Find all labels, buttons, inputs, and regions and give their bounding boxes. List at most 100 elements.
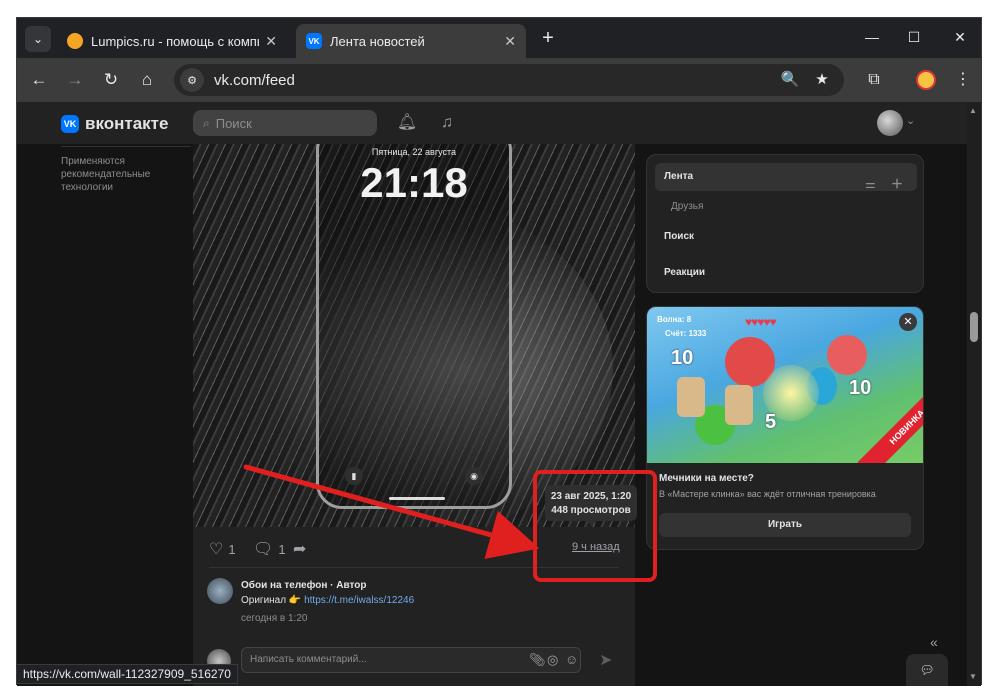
reload-button[interactable]: ↻ bbox=[99, 68, 123, 92]
emoji-icon[interactable]: ☺ bbox=[565, 652, 578, 667]
menu-item-label: Лента bbox=[664, 171, 694, 182]
scrollbar[interactable]: ▲ ▼ bbox=[967, 102, 981, 686]
vk-icon: VK bbox=[61, 115, 79, 133]
back-button[interactable]: ← bbox=[27, 68, 51, 92]
annotation-highlight-box bbox=[533, 470, 657, 582]
share-icon: ➦ bbox=[293, 541, 307, 558]
address-bar[interactable]: ⚙ vk.com/feed 🔍 ★ bbox=[174, 64, 844, 96]
heart-icon: ♡ bbox=[209, 541, 224, 558]
feed-post: Пятница, 22 августа 21:18 ▮ ◉ ♡ 1 🗨︎ 1 ➦… bbox=[193, 144, 637, 686]
menu-dots-icon[interactable]: ⋮ bbox=[951, 68, 975, 92]
orange-circle-icon bbox=[67, 33, 83, 49]
scroll-up-icon[interactable]: ▲ bbox=[969, 106, 977, 115]
close-icon[interactable]: ✕ bbox=[899, 313, 917, 331]
comment-author[interactable]: Обои на телефон · Автор bbox=[241, 580, 366, 591]
lock-date: Пятница, 22 августа bbox=[371, 147, 457, 157]
tab-title: Лента новостей bbox=[330, 33, 425, 49]
feed-menu: Лента ⚌ ＋ Друзья Поиск Реакции bbox=[646, 154, 924, 293]
comment-button[interactable]: 🗨︎ 1 bbox=[253, 539, 286, 559]
vk-logo[interactable]: VK вконтакте bbox=[61, 114, 168, 134]
like-button[interactable]: ♡ 1 bbox=[209, 539, 236, 559]
recommendation-note: Применяются рекомендательные технологии bbox=[61, 146, 191, 194]
lock-time: 21:18 bbox=[360, 159, 468, 206]
home-button[interactable]: ⌂ bbox=[135, 68, 159, 92]
ad-score: Счёт: 1333 bbox=[665, 329, 707, 338]
browser-window: ⌄ Lumpics.ru - помощь с компь ✕ VK Лента… bbox=[16, 17, 982, 686]
comment-time[interactable]: сегодня в 1:20 bbox=[241, 613, 307, 624]
ad-description: В «Мастере клинка» вас ждёт отличная тре… bbox=[659, 489, 876, 499]
scroll-down-icon[interactable]: ▼ bbox=[969, 672, 977, 681]
window-close-button[interactable]: ✕ bbox=[945, 26, 975, 48]
comment-icon: 🗨︎ bbox=[253, 541, 274, 558]
plus-icon[interactable]: ＋ bbox=[891, 170, 903, 198]
menu-item-feed[interactable]: Лента ⚌ ＋ bbox=[655, 163, 917, 191]
menu-item-reactions[interactable]: Реакции bbox=[655, 259, 917, 287]
chevron-down-icon: ⌄ bbox=[32, 32, 44, 46]
maximize-button[interactable]: ☐ bbox=[899, 26, 929, 48]
url-text: vk.com/feed bbox=[214, 71, 295, 89]
chevron-down-icon[interactable]: ⌄ bbox=[906, 114, 915, 127]
tab-title: Lumpics.ru - помощь с компь bbox=[91, 33, 260, 49]
search-placeholder: Поиск bbox=[215, 115, 252, 131]
profile-icon[interactable] bbox=[916, 70, 936, 90]
filter-icon[interactable]: ⚌ bbox=[865, 170, 876, 198]
attach-icon[interactable]: 📎︎ bbox=[529, 652, 546, 668]
camera-icon[interactable]: ◎ bbox=[547, 652, 558, 668]
vk-search-input[interactable]: ⌕ Поиск bbox=[193, 110, 377, 136]
comment-composer: Написать комментарий... 📎︎ ◎ ☺ ➤ bbox=[207, 647, 627, 677]
forward-button[interactable]: → bbox=[63, 68, 87, 92]
chat-icon: 💬︎ bbox=[919, 663, 935, 677]
game-ad[interactable]: Волна: 8 Счёт: 1333 ♥♥♥♥♥ 10 10 5 НОВИНК… bbox=[646, 306, 924, 550]
tab-bar: ⌄ Lumpics.ru - помощь с компь ✕ VK Лента… bbox=[17, 18, 981, 58]
like-count: 1 bbox=[228, 541, 236, 557]
music-icon[interactable]: ♫ bbox=[436, 112, 458, 134]
comment-text-prefix: Оригинал 👉 bbox=[241, 595, 305, 606]
new-tab-button[interactable]: + bbox=[537, 27, 559, 49]
ad-wave: Волна: 8 bbox=[657, 315, 692, 324]
vk-icon: VK bbox=[306, 33, 322, 49]
hearts-icon: ♥♥♥♥♥ bbox=[745, 315, 777, 329]
menu-item-friends[interactable]: Друзья bbox=[671, 201, 703, 212]
tab-vk-feed[interactable]: VK Лента новостей ✕ bbox=[296, 24, 526, 58]
bell-icon[interactable]: 🔔︎ bbox=[396, 112, 418, 134]
browser-toolbar: ← → ↻ ⌂ ⚙ vk.com/feed 🔍 ★ ⧉ ⋮ bbox=[17, 58, 981, 102]
menu-item-search[interactable]: Поиск bbox=[655, 223, 917, 251]
scrollbar-thumb[interactable] bbox=[970, 312, 978, 342]
tab-lumpics[interactable]: Lumpics.ru - помощь с компь ✕ bbox=[57, 24, 287, 58]
comment-text: Оригинал 👉 https://t.me/iwalss/12246 bbox=[241, 595, 414, 606]
camera-icon: ◉ bbox=[465, 467, 483, 485]
avatar[interactable] bbox=[877, 110, 903, 136]
chat-button[interactable]: 💬︎ bbox=[906, 654, 948, 686]
vk-header: VK вконтакте ⌕ Поиск 🔔︎ ♫ ⌄ bbox=[17, 102, 967, 144]
flashlight-icon: ▮ bbox=[345, 467, 363, 485]
comment: Обои на телефон · Автор Оригинал 👉 https… bbox=[207, 578, 627, 638]
score-number: 10 bbox=[849, 377, 872, 399]
ad-title: Мечники на месте? bbox=[659, 473, 754, 484]
bookmark-star-icon[interactable]: ★ bbox=[810, 68, 834, 92]
home-indicator bbox=[389, 497, 445, 500]
tab-search-button[interactable]: ⌄ bbox=[25, 26, 51, 52]
play-button[interactable]: Играть bbox=[659, 513, 911, 537]
close-icon[interactable]: ✕ bbox=[265, 33, 277, 50]
minimize-button[interactable]: — bbox=[857, 26, 887, 48]
ad-image[interactable]: Волна: 8 Счёт: 1333 ♥♥♥♥♥ 10 10 5 НОВИНК… bbox=[647, 307, 923, 463]
send-icon[interactable]: ➤ bbox=[599, 650, 612, 670]
avatar[interactable] bbox=[207, 578, 233, 604]
share-button[interactable]: ➦ bbox=[293, 539, 311, 559]
comment-link[interactable]: https://t.me/iwalss/12246 bbox=[304, 595, 414, 606]
collapse-icon[interactable]: « bbox=[930, 634, 938, 650]
score-number: 5 bbox=[765, 411, 777, 433]
site-settings-icon[interactable]: ⚙ bbox=[180, 68, 204, 92]
zoom-icon[interactable]: 🔍 bbox=[778, 68, 802, 92]
red-character-icon bbox=[827, 335, 867, 375]
vk-logo-text: вконтакте bbox=[85, 114, 169, 133]
toast-character-icon bbox=[725, 385, 753, 425]
score-number: 10 bbox=[671, 347, 694, 369]
close-icon[interactable]: ✕ bbox=[504, 33, 516, 50]
status-bar-url: https://vk.com/wall-112327909_516270 bbox=[16, 664, 238, 684]
comment-count: 1 bbox=[278, 541, 286, 557]
extensions-icon[interactable]: ⧉ bbox=[862, 68, 886, 92]
vk-page: VK вконтакте ⌕ Поиск 🔔︎ ♫ ⌄ Применяются … bbox=[17, 102, 981, 686]
phone-mockup: Пятница, 22 августа 21:18 ▮ ◉ bbox=[316, 144, 512, 509]
toast-character-icon bbox=[677, 377, 705, 417]
